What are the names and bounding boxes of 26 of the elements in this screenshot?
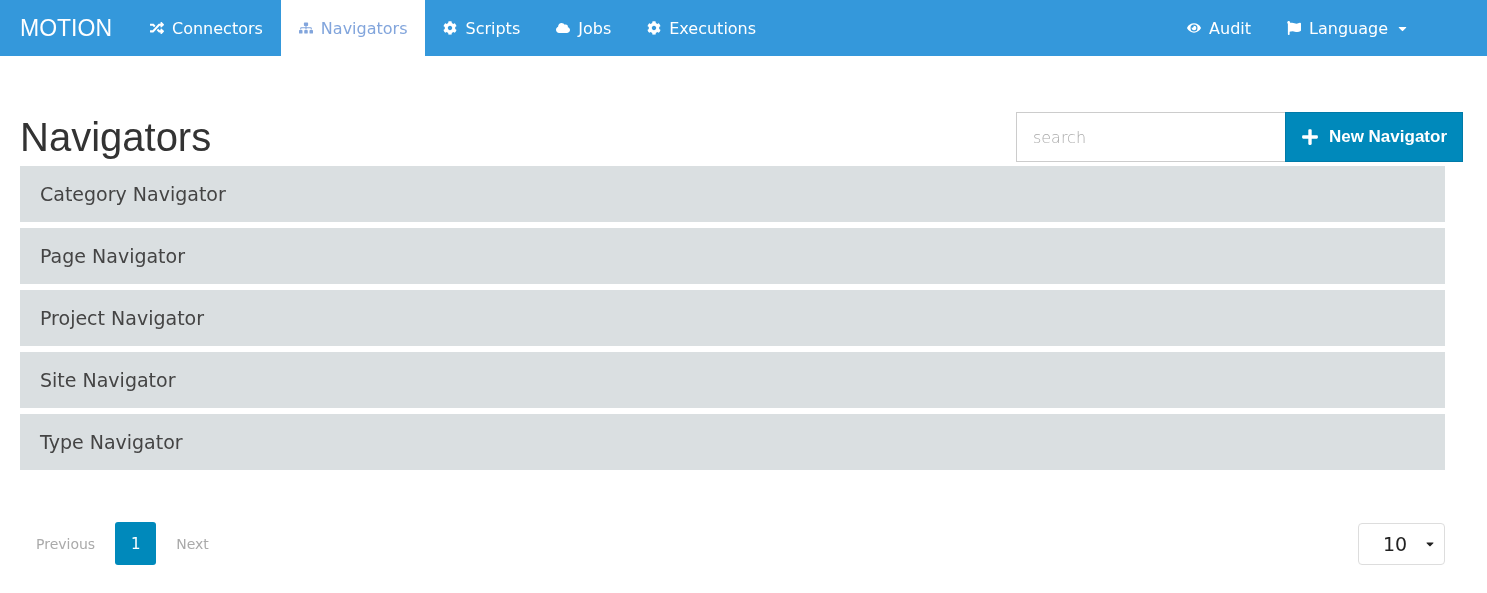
nav-tab[interactable]: Scripts: [425, 0, 539, 56]
eye-icon: [1187, 21, 1202, 35]
page-number[interactable]: 1: [115, 522, 157, 565]
new-navigator-button[interactable]: New Navigator: [1284, 112, 1463, 162]
page-title: Navigators: [20, 114, 212, 160]
nav-icon: [647, 21, 662, 35]
nav-link[interactable]: Language: [1269, 0, 1427, 56]
flag-icon: [1287, 21, 1302, 35]
list-item[interactable]: Type Navigator: [20, 414, 1445, 470]
search-field[interactable]: search: [1015, 112, 1285, 162]
list-item[interactable]: Project Navigator: [20, 290, 1445, 346]
nav-icon: [150, 21, 164, 35]
brand[interactable]: MOTION: [0, 0, 132, 56]
nav-tab[interactable]: Executions: [629, 0, 775, 56]
nav-tab[interactable]: Navigators: [280, 0, 426, 56]
list-item[interactable]: Site Navigator: [20, 352, 1445, 408]
nav-tab[interactable]: Connectors: [132, 0, 281, 56]
nav-icon: [556, 21, 571, 35]
nav-icon: [443, 21, 458, 35]
list-item[interactable]: Page Navigator: [20, 228, 1445, 284]
nav-link[interactable]: Audit: [1169, 0, 1270, 56]
nav-icon: [298, 21, 313, 35]
nav-tab[interactable]: Jobs: [538, 0, 630, 56]
list-item[interactable]: Category Navigator: [20, 166, 1445, 222]
page-size-select[interactable]: 10: [1358, 522, 1445, 565]
plus-icon: [1300, 128, 1319, 146]
